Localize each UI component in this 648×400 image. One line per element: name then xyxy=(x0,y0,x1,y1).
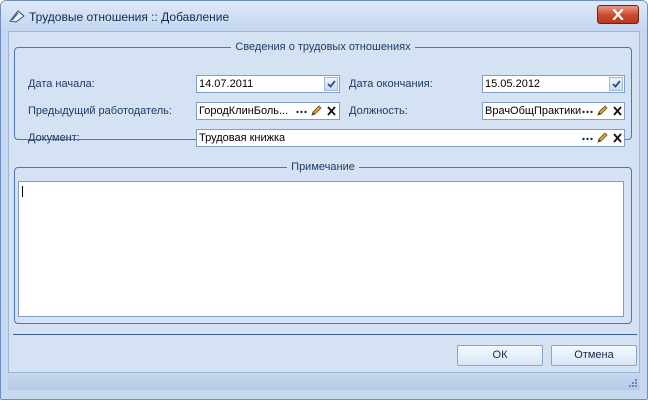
resize-grip-icon[interactable] xyxy=(628,378,638,388)
dropdown-check-icon xyxy=(327,80,336,88)
ok-button[interactable]: ОК xyxy=(457,345,543,366)
window-title: Трудовые отношения :: Добавление xyxy=(29,10,230,24)
title-bar[interactable]: Трудовые отношения :: Добавление xyxy=(1,1,647,31)
previous-employer-value: ГородКлинБоль... xyxy=(199,105,289,117)
end-date-value: 15.05.2012 xyxy=(485,78,541,90)
form-icon xyxy=(9,10,25,23)
position-field[interactable]: ВрачОбщПрактики xyxy=(482,102,625,120)
end-date-dropdown-button[interactable] xyxy=(609,77,623,91)
clear-x-icon[interactable] xyxy=(611,105,624,117)
document-label: Документ: xyxy=(28,132,80,144)
dialog-body: Сведения о трудовых отношениях Дата нача… xyxy=(8,31,640,390)
text-caret xyxy=(22,186,23,197)
clear-x-icon[interactable] xyxy=(325,105,338,117)
document-field[interactable]: Трудовая книжка xyxy=(196,129,625,147)
status-bar xyxy=(8,372,640,390)
ellipsis-icon[interactable] xyxy=(581,132,594,144)
pencil-icon[interactable] xyxy=(596,132,609,144)
employment-group: Сведения о трудовых отношениях Дата нача… xyxy=(14,41,632,147)
position-label: Должность: xyxy=(349,105,408,117)
ellipsis-icon[interactable] xyxy=(295,105,308,117)
start-date-label: Дата начала: xyxy=(28,78,95,90)
pencil-icon[interactable] xyxy=(596,105,609,117)
note-textarea[interactable] xyxy=(18,181,624,317)
end-date-field[interactable]: 15.05.2012 xyxy=(482,75,625,93)
clear-x-icon[interactable] xyxy=(611,132,624,144)
close-button[interactable] xyxy=(597,5,639,24)
employment-group-legend: Сведения о трудовых отношениях xyxy=(235,41,411,53)
ellipsis-icon[interactable] xyxy=(581,105,594,117)
previous-employer-label: Предыдущий работодатель: xyxy=(28,105,172,117)
footer-separator xyxy=(13,334,637,335)
dropdown-check-icon xyxy=(612,80,621,88)
pencil-icon[interactable] xyxy=(310,105,323,117)
close-icon xyxy=(612,9,624,20)
start-date-dropdown-button[interactable] xyxy=(324,77,338,91)
previous-employer-field[interactable]: ГородКлинБоль... xyxy=(196,102,340,120)
document-value: Трудовая книжка xyxy=(199,132,286,144)
dialog-window: Трудовые отношения :: Добавление Сведени… xyxy=(0,0,648,400)
cancel-button[interactable]: Отмена xyxy=(551,345,637,366)
note-group-legend: Примечание xyxy=(291,161,355,173)
start-date-value: 14.07.2011 xyxy=(199,78,254,90)
end-date-label: Дата окончания: xyxy=(349,78,433,90)
start-date-field[interactable]: 14.07.2011 xyxy=(196,75,340,93)
position-value: ВрачОбщПрактики xyxy=(485,105,581,117)
